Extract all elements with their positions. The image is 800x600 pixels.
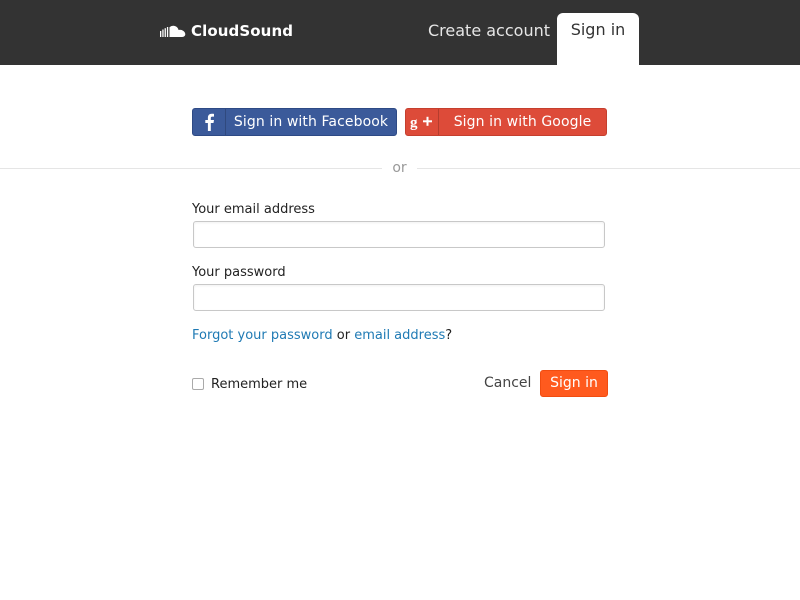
email-field[interactable] xyxy=(193,221,605,248)
divider-left xyxy=(0,168,382,169)
facebook-icon xyxy=(193,109,226,135)
top-bar: CloudSound Create account Sign in xyxy=(0,0,800,65)
facebook-signin-button[interactable]: Sign in with Facebook xyxy=(192,108,397,136)
forgot-or-text: or xyxy=(336,328,351,343)
forgot-email-link[interactable]: email address xyxy=(354,328,445,343)
brand-name: CloudSound xyxy=(191,22,294,40)
google-signin-button[interactable]: g Sign in with Google xyxy=(405,108,607,136)
remember-me-row: Remember me xyxy=(192,376,307,392)
divider-or-text: or xyxy=(392,160,407,176)
forgot-password-link[interactable]: Forgot your password xyxy=(192,328,333,343)
google-signin-label: Sign in with Google xyxy=(453,114,592,130)
nav-create-account[interactable]: Create account xyxy=(428,19,550,43)
password-field[interactable] xyxy=(193,284,605,311)
divider-right xyxy=(417,168,800,169)
remember-me-checkbox[interactable] xyxy=(192,378,204,390)
sign-in-button[interactable]: Sign in xyxy=(540,370,608,397)
cloud-logo-icon xyxy=(160,25,186,37)
nav-sign-in-tab[interactable]: Sign in xyxy=(557,13,639,65)
forgot-suffix: ? xyxy=(445,328,453,343)
password-label: Your password xyxy=(192,265,286,280)
remember-me-label[interactable]: Remember me xyxy=(211,377,307,392)
facebook-signin-label: Sign in with Facebook xyxy=(233,114,389,130)
svg-text:g: g xyxy=(410,115,418,130)
email-label: Your email address xyxy=(192,202,315,217)
brand-logo[interactable]: CloudSound xyxy=(160,20,293,42)
google-plus-icon: g xyxy=(406,109,439,135)
cancel-button[interactable]: Cancel xyxy=(484,374,531,392)
forgot-line: Forgot your password or email address? xyxy=(192,328,452,344)
